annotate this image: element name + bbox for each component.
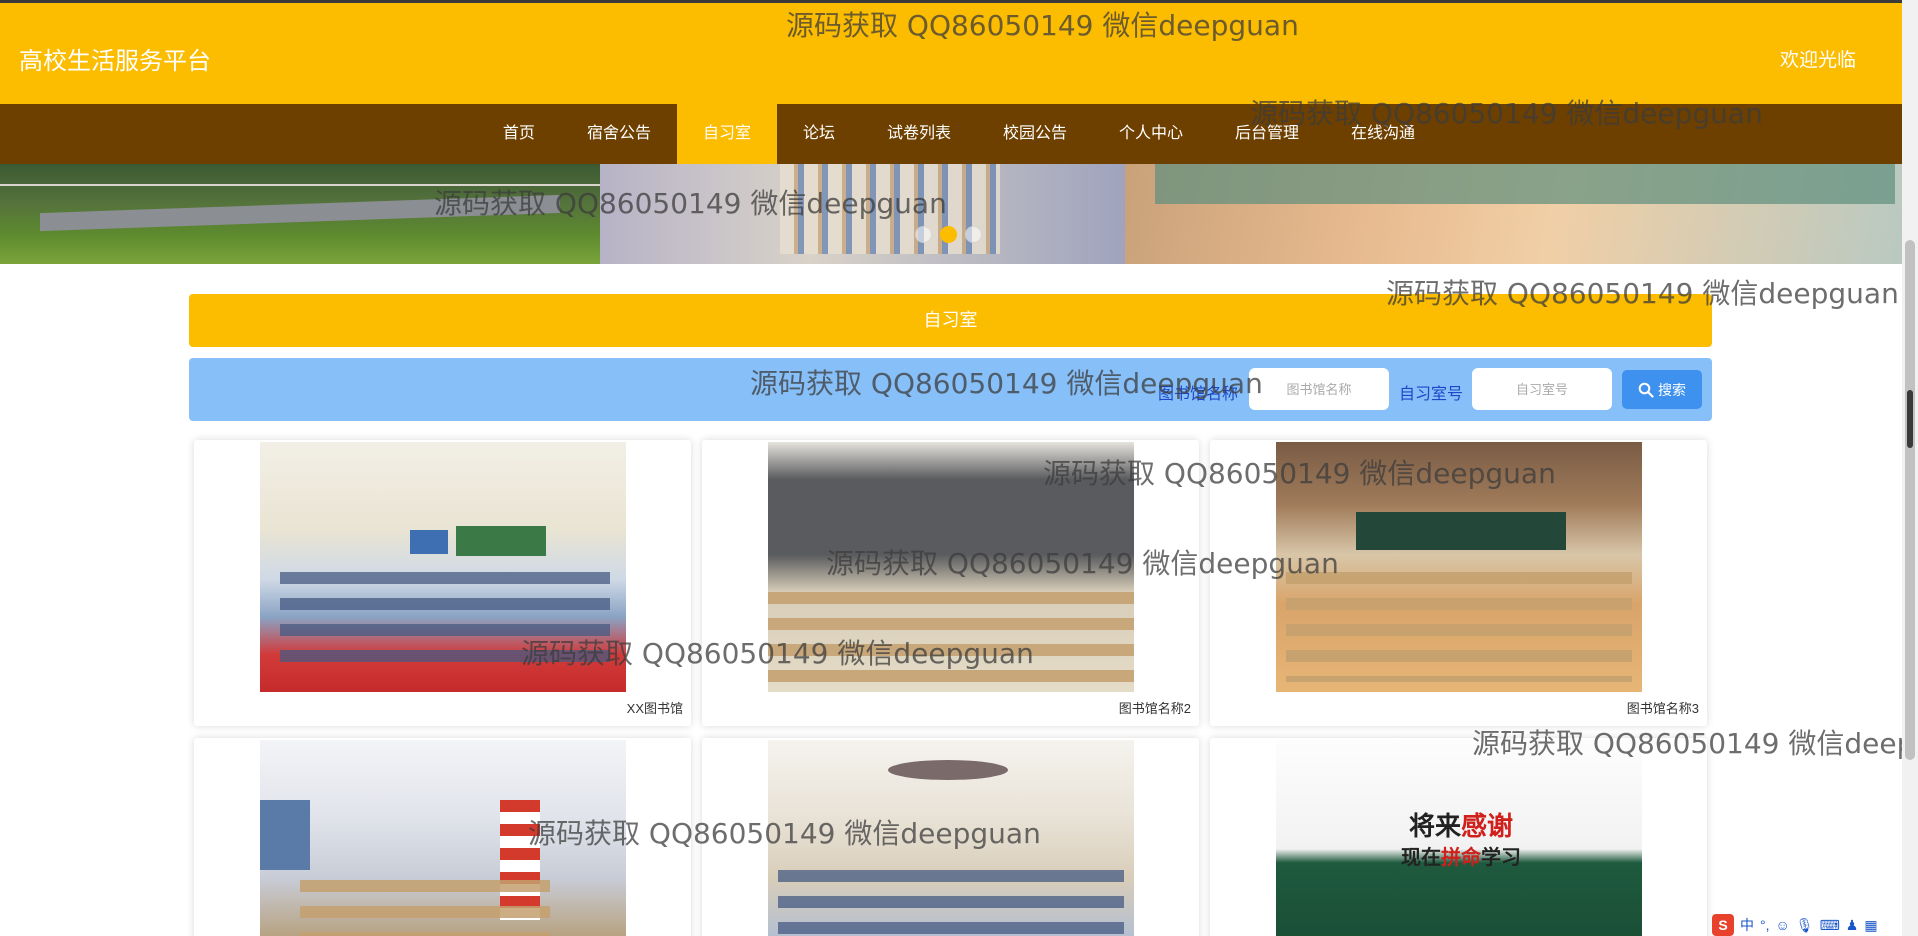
room-card[interactable]: 图书馆名称3 [1210, 440, 1707, 726]
nav-item-study-room[interactable]: 自习室 [676, 104, 777, 164]
emoji-icon[interactable]: ☺ [1776, 917, 1790, 933]
carousel-dot[interactable] [965, 226, 982, 243]
wall-slogan-graphic: 将来感谢 现在拼命学习 [1401, 811, 1521, 869]
scrollbar-thumb[interactable] [1905, 240, 1915, 760]
room-card[interactable] [194, 738, 691, 936]
banner-carousel[interactable] [0, 164, 1902, 264]
carousel-indicators [915, 226, 982, 243]
sogou-logo-icon: S [1712, 914, 1734, 936]
nav-item-online-chat[interactable]: 在线沟通 [1325, 104, 1441, 164]
room-photo[interactable]: 将来感谢 现在拼命学习 [1276, 740, 1642, 936]
room-photo[interactable] [260, 442, 626, 692]
library-name-label: 图书馆名称 [1158, 386, 1239, 403]
section-title: 自习室 [189, 294, 1712, 347]
nav-item-personal-center[interactable]: 个人中心 [1093, 104, 1209, 164]
banner-image-classroom [1125, 164, 1902, 264]
carousel-dot-active[interactable] [940, 226, 957, 243]
keyboard-icon[interactable]: ⌨ [1820, 917, 1840, 934]
search-button[interactable]: 搜索 [1622, 370, 1702, 409]
room-card[interactable]: XX图书馆 [194, 440, 691, 726]
room-number-label: 自习室号 [1399, 386, 1464, 403]
nav-item-exam-list[interactable]: 试卷列表 [861, 104, 977, 164]
ime-mode-text[interactable]: 中 [1740, 915, 1754, 935]
top-header: 高校生活服务平台 欢迎光临 [0, 0, 1902, 104]
room-number-input[interactable] [1472, 368, 1612, 410]
site-title[interactable]: 高校生活服务平台 [19, 41, 211, 76]
nav-item-admin[interactable]: 后台管理 [1209, 104, 1325, 164]
room-photo[interactable] [1276, 442, 1642, 692]
nav-item-forum[interactable]: 论坛 [777, 104, 861, 164]
library-name-input[interactable] [1249, 368, 1389, 410]
room-card[interactable]: 图书馆名称2 [702, 440, 1199, 726]
vertical-scrollbar[interactable] [1902, 0, 1918, 936]
nav-item-campus-notice[interactable]: 校园公告 [977, 104, 1093, 164]
banner-image-library [600, 164, 1125, 264]
user-icon[interactable]: ♟ [1846, 917, 1859, 934]
room-photo[interactable] [260, 740, 626, 936]
scroll-position-marker [1907, 390, 1913, 448]
room-photo[interactable] [768, 442, 1134, 692]
carousel-dot[interactable] [915, 226, 932, 243]
microphone-icon[interactable]: 🎙 [1796, 917, 1814, 934]
room-name: XX图书馆 [626, 701, 683, 716]
room-card[interactable]: 将来感谢 现在拼命学习 [1210, 738, 1707, 936]
ime-toolbar[interactable]: S 中 °, ☺ 🎙 ⌨ ♟ ▦ [1712, 914, 1878, 936]
main-nav: 首页 宿舍公告 自习室 论坛 试卷列表 校园公告 个人中心 后台管理 在线沟通 [0, 104, 1902, 164]
welcome-text: 欢迎光临 [1779, 50, 1856, 71]
search-bar: 图书馆名称 自习室号 搜索 [189, 358, 1712, 421]
banner-image-campus [0, 164, 600, 264]
search-icon [1638, 382, 1654, 398]
search-button-label: 搜索 [1658, 381, 1686, 398]
room-name: 图书馆名称3 [1626, 701, 1699, 716]
nav-item-home[interactable]: 首页 [477, 104, 561, 164]
room-photo[interactable] [768, 740, 1134, 936]
room-card[interactable] [702, 738, 1199, 936]
grid-icon[interactable]: ▦ [1864, 917, 1877, 934]
nav-item-dorm-notice[interactable]: 宿舍公告 [561, 104, 677, 164]
punctuation-icon[interactable]: °, [1760, 917, 1770, 933]
room-name: 图书馆名称2 [1118, 701, 1191, 716]
